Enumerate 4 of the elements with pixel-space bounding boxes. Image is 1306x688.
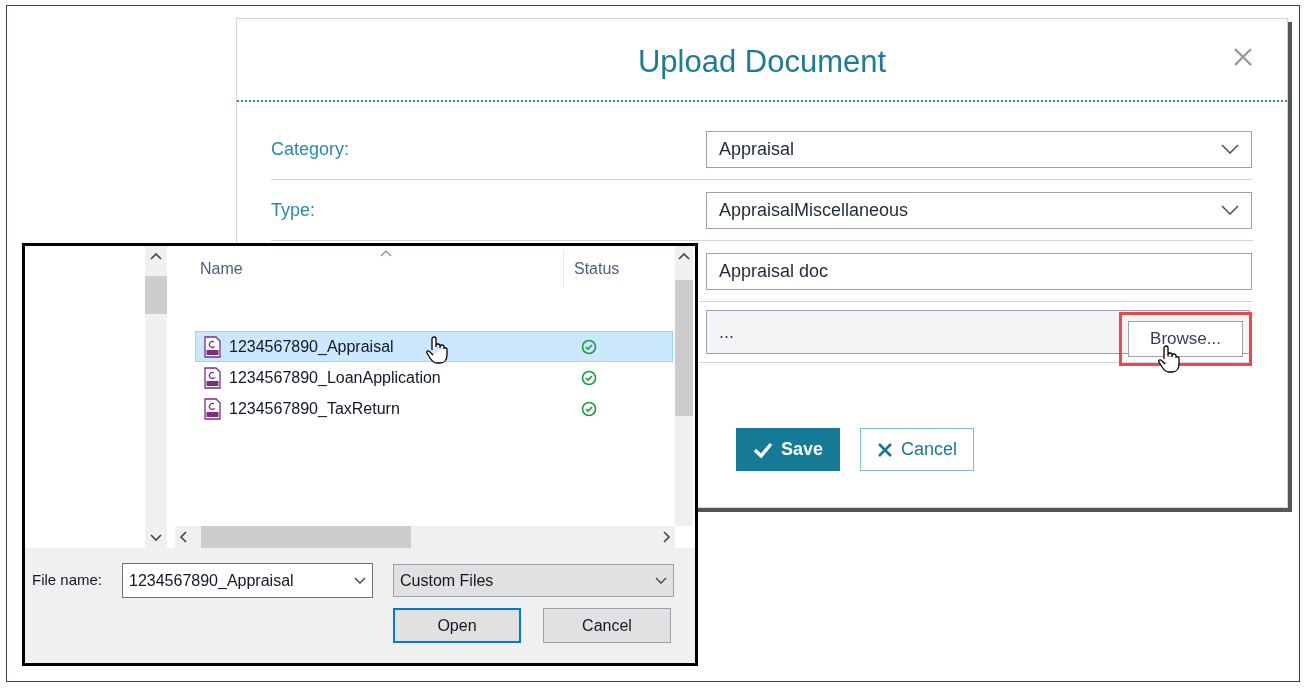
- field-label: Category:: [271, 137, 351, 161]
- field-label: Type:: [271, 198, 317, 222]
- field-label: File name:: [32, 570, 104, 591]
- dialog-title: Upload Document: [637, 43, 887, 82]
